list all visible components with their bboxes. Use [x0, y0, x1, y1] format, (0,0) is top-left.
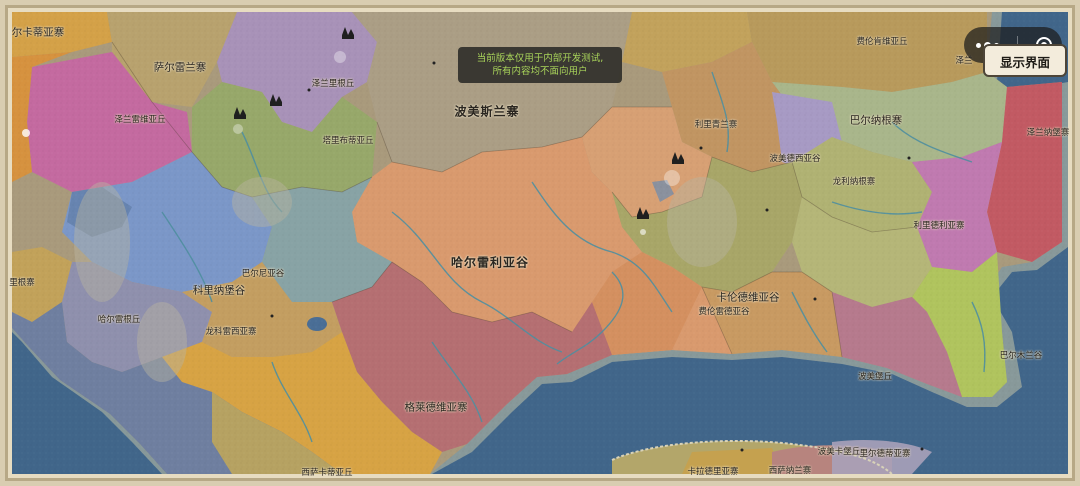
dev-notice-toast: 当前版本仅用于内部开发测试, 所有内容均不面向用户 [458, 47, 622, 83]
dev-notice-line-2: 所有内容均不面向用户 [492, 66, 588, 77]
dev-notice-line-1: 当前版本仅用于内部开发测试, [476, 53, 604, 64]
show-ui-button[interactable]: 显示界面 [983, 44, 1067, 77]
map-viewport: 尔卡蒂亚寨 萨尔雷兰寨 泽兰里根丘 泽兰雷维亚丘 塔里布蒂亚丘 波美斯兰寨 费伦… [0, 0, 1080, 486]
